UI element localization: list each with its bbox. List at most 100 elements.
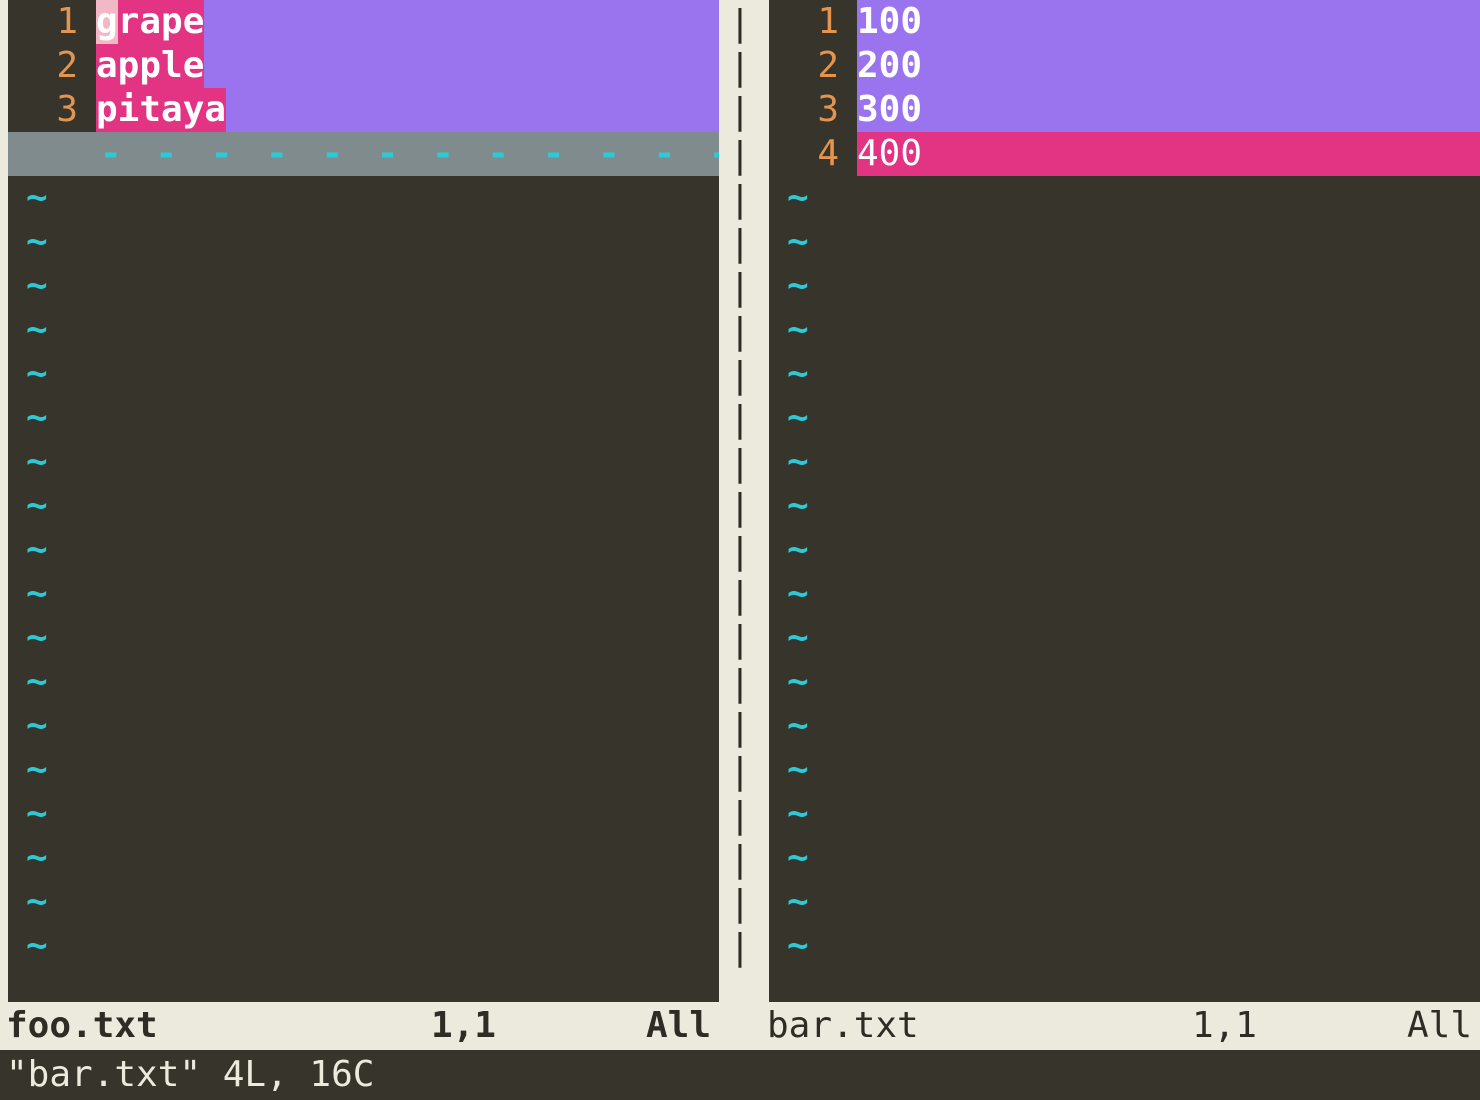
tilde-icon: ~ <box>787 660 809 704</box>
tilde-icon: ~ <box>787 396 809 440</box>
empty-line: ~ <box>769 924 1480 968</box>
pipe-icon: | <box>729 398 751 442</box>
command-line[interactable]: "bar.txt" 4L, 16C <box>0 1050 1480 1100</box>
tilde-icon: ~ <box>787 220 809 264</box>
statuslines: foo.txt 1,1 All bar.txt 1,1 All <box>0 1002 1480 1050</box>
tilde-icon: ~ <box>26 704 48 748</box>
empty-line: ~ <box>8 176 719 220</box>
tilde-icon: ~ <box>787 484 809 528</box>
line-number: 3 <box>8 88 96 132</box>
empty-line: ~ <box>8 880 719 924</box>
empty-line: ~ <box>769 660 1480 704</box>
pipe-icon: | <box>729 354 751 398</box>
empty-line: ~ <box>8 924 719 968</box>
pipe-icon: | <box>729 750 751 794</box>
empty-line: ~ <box>8 220 719 264</box>
tilde-icon: ~ <box>26 616 48 660</box>
line-number: 4 <box>769 132 857 176</box>
diff-text: rape <box>118 0 205 44</box>
text-row[interactable]: 3 pitaya <box>8 88 719 132</box>
pipe-icon: | <box>729 2 751 46</box>
tilde-icon: ~ <box>787 440 809 484</box>
tilde-icon: ~ <box>26 836 48 880</box>
empty-line: ~ <box>769 792 1480 836</box>
diff-text: 300 <box>857 88 922 132</box>
text-row[interactable]: 2 apple <box>8 44 719 88</box>
tilde-icon: ~ <box>26 660 48 704</box>
tilde-icon: ~ <box>26 792 48 836</box>
diff-text: 200 <box>857 44 922 88</box>
tilde-icon: ~ <box>26 396 48 440</box>
tilde-icon: ~ <box>26 220 48 264</box>
text-row[interactable]: 3 300 <box>769 88 1480 132</box>
empty-line: ~ <box>8 704 719 748</box>
status-filename: bar.txt <box>767 1002 919 1050</box>
diff-add-text: 400 <box>857 132 922 176</box>
empty-line: ~ <box>769 748 1480 792</box>
empty-line: ~ <box>769 880 1480 924</box>
status-cursor-pos: 1,1 <box>1192 1002 1407 1050</box>
pipe-icon: | <box>729 442 751 486</box>
line-number: 2 <box>8 44 96 88</box>
diff-text: apple <box>96 44 204 88</box>
pipe-icon: | <box>729 794 751 838</box>
empty-line: ~ <box>8 484 719 528</box>
pipe-icon: | <box>729 530 751 574</box>
diff-change-fill <box>204 0 719 44</box>
diff-change-fill <box>204 44 719 88</box>
pipe-icon: | <box>729 90 751 134</box>
line-number: 2 <box>769 44 857 88</box>
tilde-icon: ~ <box>26 264 48 308</box>
empty-line: ~ <box>769 528 1480 572</box>
empty-line: ~ <box>769 308 1480 352</box>
left-pane: 1 g rape 2 apple 3 pitaya - - <box>0 0 719 1002</box>
tilde-icon: ~ <box>26 924 48 968</box>
left-editor[interactable]: 1 g rape 2 apple 3 pitaya - - <box>8 0 719 1002</box>
empty-line: ~ <box>769 220 1480 264</box>
empty-line: ~ <box>769 704 1480 748</box>
split-panes: 1 g rape 2 apple 3 pitaya - - <box>0 0 1480 1002</box>
text-row[interactable]: 4 400 <box>769 132 1480 176</box>
cursor-cell: g <box>96 0 118 44</box>
right-editor[interactable]: 1 100 2 200 3 300 4 400 <box>769 0 1480 1002</box>
status-filename: foo.txt <box>6 1002 158 1050</box>
pipe-icon: | <box>729 838 751 882</box>
diff-change-fill <box>226 88 719 132</box>
vertical-split-bar[interactable]: |||||||||||||||||||||| <box>719 0 761 1002</box>
pipe-icon: | <box>729 926 751 970</box>
empty-line: ~ <box>769 484 1480 528</box>
left-statusline[interactable]: foo.txt 1,1 All <box>0 1002 719 1050</box>
pipe-icon: | <box>729 46 751 90</box>
tilde-icon: ~ <box>787 880 809 924</box>
empty-line: ~ <box>8 352 719 396</box>
empty-line: ~ <box>8 748 719 792</box>
pipe-icon: | <box>729 266 751 310</box>
tilde-icon: ~ <box>26 352 48 396</box>
empty-line: ~ <box>8 792 719 836</box>
right-statusline[interactable]: bar.txt 1,1 All <box>761 1002 1480 1050</box>
diff-add-fill <box>922 132 1480 176</box>
pipe-icon: | <box>729 662 751 706</box>
diff-text: 100 <box>857 0 922 44</box>
pipe-icon: | <box>729 310 751 354</box>
status-scroll-pct: All <box>1407 1002 1472 1050</box>
empty-line: ~ <box>769 352 1480 396</box>
pipe-icon: | <box>729 486 751 530</box>
statusline-gap <box>719 1002 761 1050</box>
tilde-icon: ~ <box>26 440 48 484</box>
empty-line: ~ <box>8 572 719 616</box>
tilde-icon: ~ <box>787 308 809 352</box>
pipe-icon: | <box>729 178 751 222</box>
text-row[interactable]: 1 100 <box>769 0 1480 44</box>
tilde-icon: ~ <box>26 880 48 924</box>
tilde-icon: ~ <box>26 308 48 352</box>
text-row[interactable]: 1 g rape <box>8 0 719 44</box>
empty-line: ~ <box>769 264 1480 308</box>
diff-change-fill <box>922 0 1480 44</box>
tilde-icon: ~ <box>787 352 809 396</box>
tilde-icon: ~ <box>787 616 809 660</box>
tilde-icon: ~ <box>26 484 48 528</box>
deleted-filler-row: - - - - - - - - - - - - - - - - - - - - … <box>8 132 719 176</box>
empty-line: ~ <box>8 836 719 880</box>
text-row[interactable]: 2 200 <box>769 44 1480 88</box>
